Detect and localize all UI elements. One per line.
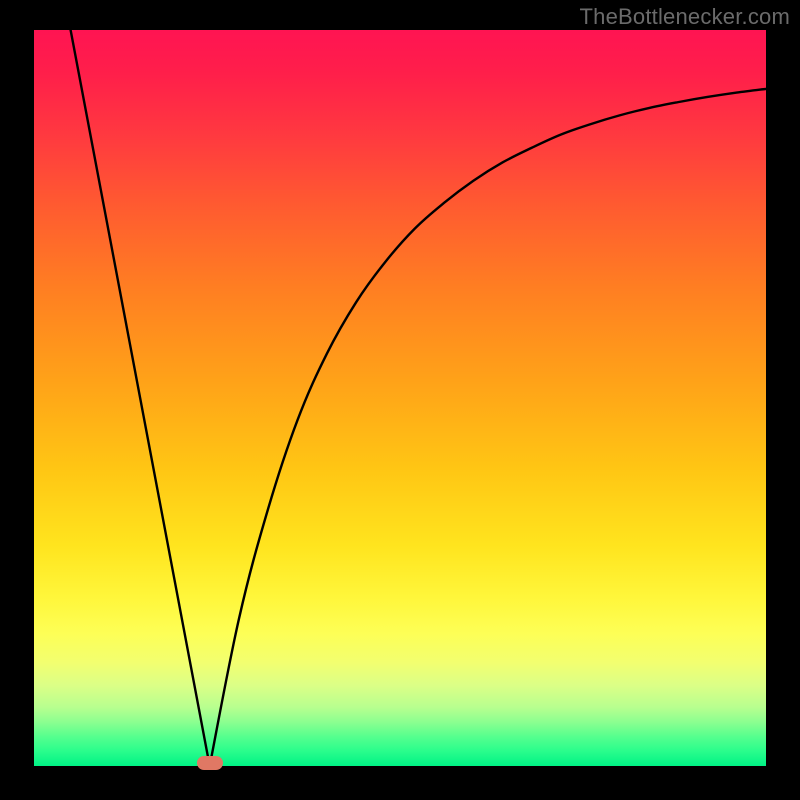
- left-slope-path: [71, 30, 210, 766]
- chart-frame: TheBottlenecker.com: [0, 0, 800, 800]
- min-marker: [197, 756, 223, 770]
- attribution-label: TheBottlenecker.com: [580, 4, 790, 30]
- plot-area: [34, 30, 766, 766]
- right-curve-path: [210, 89, 766, 766]
- curve-layer: [34, 30, 766, 766]
